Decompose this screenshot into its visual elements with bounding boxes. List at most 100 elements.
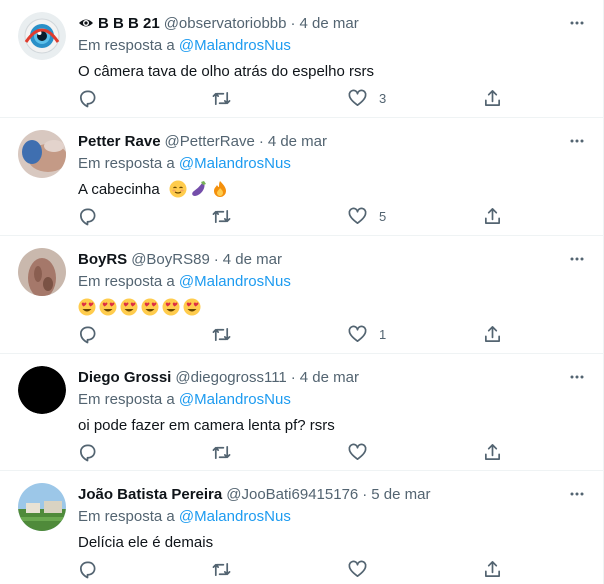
reply-icon [79, 561, 96, 578]
more-options-icon[interactable] [567, 370, 587, 384]
tweet[interactable]: BoyRS @BoyRS89 · 4 de mar Em resposta a … [0, 236, 603, 354]
reply-feed: B B B 21 @observatoriobbb · 4 de mar Em … [0, 0, 604, 584]
replying-prefix: Em resposta a [78, 273, 175, 290]
mention-link[interactable]: @MalandrosNus [179, 37, 291, 54]
share-icon [484, 89, 501, 106]
tweet-text: oi pode fazer em camera lenta pf? rsrs [78, 416, 335, 434]
tweet-actions: 3 [0, 88, 603, 108]
eggplant-emoji [191, 181, 206, 196]
avatar[interactable] [18, 130, 66, 178]
share-icon [484, 443, 501, 460]
reply-button[interactable] [78, 442, 97, 462]
mention-link[interactable]: @MalandrosNus [179, 273, 291, 290]
like-count: 5 [379, 208, 387, 224]
tweet-date[interactable]: 4 de mar [300, 369, 359, 386]
separator: · [213, 250, 219, 268]
tweet-text-row [78, 296, 589, 318]
retweet-icon [212, 91, 231, 105]
retweet-button[interactable] [212, 442, 231, 462]
replying-to: Em resposta a @MalandrosNus [78, 155, 589, 175]
retweet-button[interactable] [212, 206, 231, 226]
share-button[interactable] [483, 324, 502, 344]
share-button[interactable] [483, 442, 502, 462]
retweet-button[interactable] [212, 88, 231, 108]
replying-prefix: Em resposta a [78, 391, 175, 408]
separator: · [290, 368, 296, 386]
more-options-icon[interactable] [567, 487, 587, 501]
avatar[interactable] [18, 483, 66, 531]
reply-button[interactable] [78, 88, 97, 108]
display-name[interactable]: B B B 21 [98, 15, 160, 32]
tweet[interactable]: Petter Rave @PetterRave · 4 de mar Em re… [0, 118, 603, 236]
like-button[interactable]: 5 [348, 206, 386, 226]
heart-icon [348, 325, 367, 342]
reply-button[interactable] [78, 559, 97, 579]
tweet-actions: 1 [0, 324, 603, 344]
display-name[interactable]: João Batista Pereira [78, 486, 222, 503]
tweet-date[interactable]: 4 de mar [268, 133, 327, 150]
more-options-icon[interactable] [567, 252, 587, 266]
replying-to: Em resposta a @MalandrosNus [78, 273, 589, 293]
more-options-icon[interactable] [567, 134, 587, 148]
retweet-button[interactable] [212, 559, 231, 579]
retweet-button[interactable] [212, 324, 231, 344]
share-button[interactable] [483, 559, 502, 579]
tweet-text-row: A cabecinha [78, 178, 589, 200]
user-handle[interactable]: @PetterRave [165, 133, 255, 150]
tweet-date[interactable]: 5 de mar [371, 486, 430, 503]
avatar[interactable] [18, 366, 66, 414]
display-name[interactable]: BoyRS [78, 251, 127, 268]
share-button[interactable] [483, 88, 502, 108]
retweet-icon [212, 209, 231, 223]
reply-button[interactable] [78, 324, 97, 344]
user-handle[interactable]: @diegogross111 [175, 369, 286, 386]
tweet-actions: 5 [0, 206, 603, 226]
tweet[interactable]: Diego Grossi @diegogross111 · 4 de mar E… [0, 354, 603, 471]
replying-to: Em resposta a @MalandrosNus [78, 391, 589, 411]
display-name[interactable]: Diego Grossi [78, 369, 171, 386]
separator: · [362, 485, 368, 503]
like-button[interactable]: 1 [348, 324, 386, 344]
tweet-actions [0, 442, 603, 462]
reply-icon [79, 90, 96, 107]
mention-link[interactable]: @MalandrosNus [179, 155, 291, 172]
avatar[interactable] [18, 248, 66, 296]
avatar[interactable] [18, 12, 66, 60]
heart-eyes-emoji [183, 298, 201, 316]
share-icon [484, 560, 501, 577]
reply-icon [79, 444, 96, 461]
user-handle[interactable]: @JooBati69415176 [226, 486, 358, 503]
reply-button[interactable] [78, 206, 97, 226]
more-options-icon[interactable] [567, 16, 587, 30]
separator: · [290, 14, 296, 32]
retweet-icon [212, 562, 231, 576]
tweet-date[interactable]: 4 de mar [223, 251, 282, 268]
heart-eyes-emoji [120, 298, 138, 316]
tweet-date[interactable]: 4 de mar [300, 15, 359, 32]
tweet[interactable]: João Batista Pereira @JooBati69415176 · … [0, 471, 603, 584]
retweet-icon [212, 327, 231, 341]
heart-icon [348, 560, 367, 577]
share-icon [484, 207, 501, 224]
relieved-face-emoji [169, 180, 187, 198]
user-handle[interactable]: @observatoriobbb [164, 15, 287, 32]
like-button[interactable] [348, 559, 379, 579]
share-icon [484, 325, 501, 342]
tweet-text: A cabecinha [78, 180, 160, 198]
like-button[interactable] [348, 442, 379, 462]
mention-link[interactable]: @MalandrosNus [179, 508, 291, 525]
share-button[interactable] [483, 206, 502, 226]
replying-to: Em resposta a @MalandrosNus [78, 508, 589, 528]
heart-icon [348, 89, 367, 106]
eye-icon [78, 16, 94, 30]
display-name[interactable]: Petter Rave [78, 133, 161, 150]
like-button[interactable]: 3 [348, 88, 386, 108]
tweet[interactable]: B B B 21 @observatoriobbb · 4 de mar Em … [0, 0, 603, 118]
like-count: 1 [379, 326, 387, 342]
retweet-icon [212, 445, 231, 459]
heart-icon [348, 443, 367, 460]
user-handle[interactable]: @BoyRS89 [131, 251, 210, 268]
mention-link[interactable]: @MalandrosNus [179, 391, 291, 408]
replying-prefix: Em resposta a [78, 37, 175, 54]
tweet-actions [0, 559, 603, 579]
